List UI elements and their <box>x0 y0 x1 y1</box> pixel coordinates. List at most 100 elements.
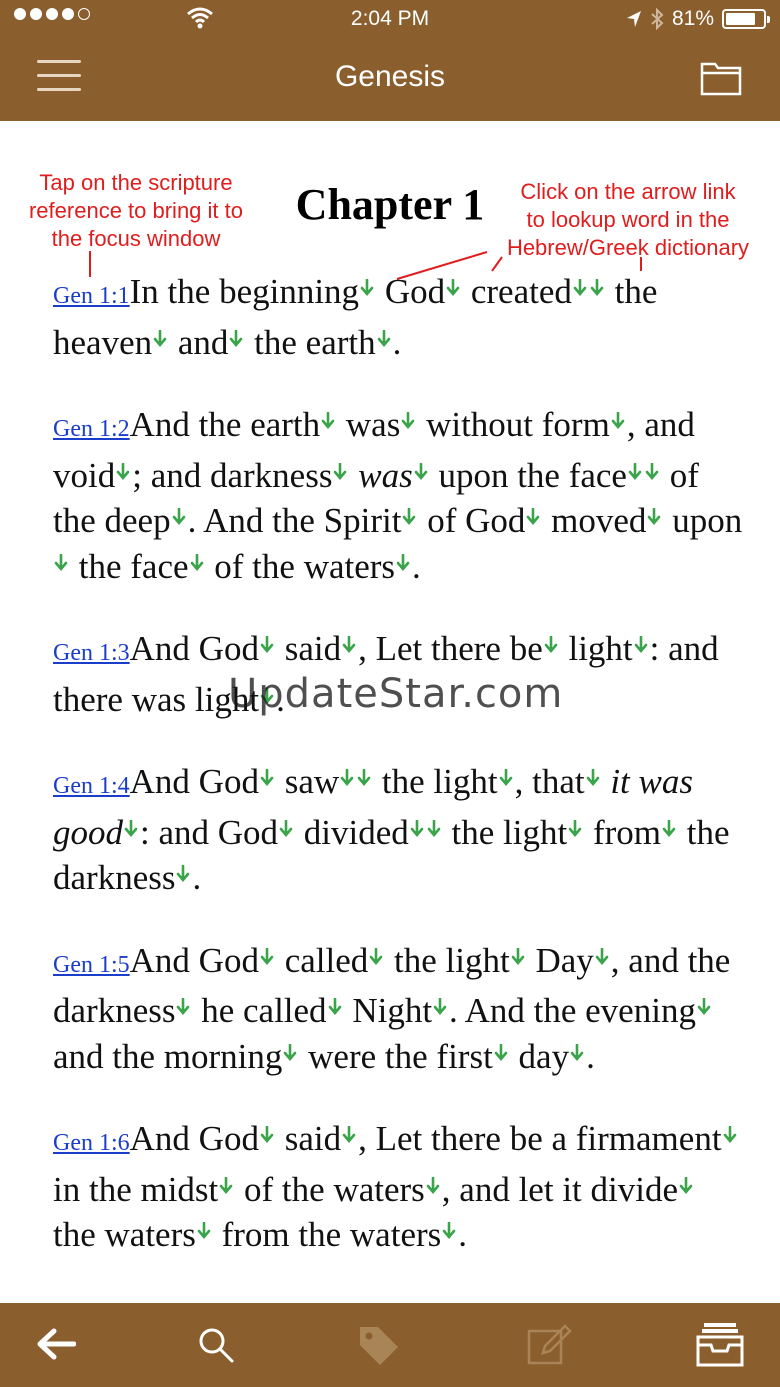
dictionary-lookup-arrow-icon[interactable] <box>570 1043 584 1062</box>
dictionary-lookup-arrow-icon[interactable] <box>342 636 356 654</box>
verse-text: the face <box>70 546 189 586</box>
scripture-reference-link[interactable]: Gen 1:3 <box>53 640 130 666</box>
verse-text: And God <box>129 1119 259 1158</box>
scripture-reference-link[interactable]: Gen 1:4 <box>53 773 130 799</box>
dictionary-lookup-arrow-icon[interactable] <box>124 819 138 838</box>
folder-icon[interactable] <box>700 60 742 96</box>
dictionary-lookup-arrow-icon[interactable] <box>427 819 441 838</box>
verse-text: In the beginning <box>129 272 360 311</box>
edit-icon[interactable] <box>525 1321 573 1369</box>
dictionary-lookup-arrow-icon[interactable] <box>526 508 540 526</box>
verse-6: Gen 1:6And God said , Let there be a firm… <box>53 1116 743 1258</box>
dictionary-lookup-arrow-icon[interactable] <box>260 1126 274 1144</box>
dictionary-lookup-arrow-icon[interactable] <box>662 819 676 838</box>
verse-text: created <box>462 272 572 311</box>
dictionary-lookup-arrow-icon[interactable] <box>426 1176 440 1195</box>
dictionary-lookup-arrow-icon[interactable] <box>446 279 460 297</box>
dictionary-lookup-arrow-icon[interactable] <box>229 329 243 348</box>
verse-text: said <box>275 1119 342 1158</box>
dictionary-lookup-arrow-icon[interactable] <box>219 1176 233 1195</box>
dictionary-lookup-arrow-icon[interactable] <box>342 1126 356 1144</box>
dictionary-lookup-arrow-icon[interactable] <box>414 462 428 481</box>
dictionary-lookup-arrow-icon[interactable] <box>176 865 190 883</box>
dictionary-lookup-arrow-icon[interactable] <box>197 1222 211 1240</box>
dictionary-lookup-arrow-icon[interactable] <box>645 462 659 481</box>
page-title: Genesis <box>334 60 446 93</box>
dictionary-lookup-arrow-icon[interactable] <box>328 998 342 1016</box>
dictionary-lookup-arrow-icon[interactable] <box>402 508 416 526</box>
dictionary-lookup-arrow-icon[interactable] <box>590 279 604 297</box>
verse-text: the waters <box>53 1215 196 1254</box>
verse-text: . <box>586 1036 595 1076</box>
verse-5: Gen 1:5And God called the light Day, and… <box>53 938 743 1080</box>
dictionary-lookup-arrow-icon[interactable] <box>283 1043 297 1062</box>
dictionary-lookup-arrow-icon[interactable] <box>357 769 371 787</box>
tag-icon[interactable] <box>356 1323 402 1369</box>
search-icon[interactable] <box>196 1325 236 1365</box>
verse-text: . <box>392 322 402 362</box>
verse-text: . And the Spirit <box>187 501 402 540</box>
back-arrow-icon[interactable] <box>36 1327 76 1361</box>
scripture-reference-link[interactable]: Gen 1:6 <box>53 1130 130 1156</box>
dictionary-lookup-arrow-icon[interactable] <box>494 1043 508 1062</box>
verse-text: of the waters <box>235 1169 425 1209</box>
verse-text: without form <box>417 405 610 444</box>
dictionary-lookup-arrow-icon[interactable] <box>410 819 424 838</box>
verse-text: the light <box>442 812 568 852</box>
dictionary-lookup-arrow-icon[interactable] <box>176 998 190 1016</box>
dictionary-lookup-arrow-icon[interactable] <box>568 819 582 838</box>
dictionary-lookup-arrow-icon[interactable] <box>679 1176 693 1195</box>
dictionary-lookup-arrow-icon[interactable] <box>360 279 374 297</box>
dictionary-lookup-arrow-icon[interactable] <box>172 508 186 526</box>
dictionary-lookup-arrow-icon[interactable] <box>369 947 383 966</box>
dictionary-lookup-arrow-icon[interactable] <box>628 462 642 481</box>
dictionary-lookup-arrow-icon[interactable] <box>54 553 68 572</box>
dictionary-lookup-arrow-icon[interactable] <box>153 329 167 348</box>
verse-text: saw <box>275 762 340 801</box>
verse-text: light <box>559 629 633 668</box>
dictionary-lookup-arrow-icon[interactable] <box>544 636 558 654</box>
dictionary-lookup-arrow-icon[interactable] <box>647 508 661 526</box>
dictionary-lookup-arrow-icon[interactable] <box>442 1222 456 1240</box>
verse-text: , Let there be a firmament <box>358 1119 722 1158</box>
dictionary-lookup-arrow-icon[interactable] <box>634 636 648 654</box>
dictionary-lookup-arrow-icon[interactable] <box>190 553 204 572</box>
scripture-reference-link[interactable]: Gen 1:1 <box>53 283 130 309</box>
dictionary-lookup-arrow-icon[interactable] <box>260 636 274 654</box>
verse-text: in the midst <box>53 1169 219 1209</box>
dictionary-lookup-arrow-icon[interactable] <box>340 769 354 787</box>
dictionary-lookup-arrow-icon[interactable] <box>611 412 625 430</box>
dictionary-lookup-arrow-icon[interactable] <box>697 998 711 1016</box>
verse-text: Night <box>343 991 433 1030</box>
dictionary-lookup-arrow-icon[interactable] <box>279 819 293 838</box>
dictionary-lookup-arrow-icon[interactable] <box>333 462 347 481</box>
verse-text: And God <box>129 762 259 801</box>
inbox-tray-icon[interactable] <box>696 1321 744 1367</box>
dictionary-lookup-arrow-icon[interactable] <box>260 947 274 966</box>
verse-text: . <box>412 546 421 586</box>
dictionary-lookup-arrow-icon[interactable] <box>723 1126 737 1144</box>
dictionary-lookup-arrow-icon[interactable] <box>511 947 525 966</box>
dictionary-lookup-arrow-icon[interactable] <box>396 553 410 572</box>
status-bar: 2:04 PM 81% <box>0 0 780 40</box>
verse-2: Gen 1:2And the earth was without form, a… <box>53 402 743 589</box>
dictionary-lookup-arrow-icon[interactable] <box>401 412 415 430</box>
verse-text: the light <box>373 762 498 801</box>
dictionary-lookup-arrow-icon[interactable] <box>499 769 513 787</box>
dictionary-lookup-arrow-icon[interactable] <box>433 998 447 1016</box>
verse-text: And God <box>129 629 259 668</box>
scripture-reference-link[interactable]: Gen 1:2 <box>53 416 130 442</box>
scripture-content[interactable]: Tap on the scripture reference to bring … <box>0 121 780 1303</box>
dictionary-lookup-arrow-icon[interactable] <box>377 329 391 348</box>
verse-text: And the earth <box>129 405 321 444</box>
verse-text: the earth <box>245 322 376 362</box>
dictionary-lookup-arrow-icon[interactable] <box>595 947 609 966</box>
verse-text: were the first <box>299 1036 493 1076</box>
scripture-reference-link[interactable]: Gen 1:5 <box>53 952 130 978</box>
dictionary-lookup-arrow-icon[interactable] <box>573 279 587 297</box>
dictionary-lookup-arrow-icon[interactable] <box>321 412 335 430</box>
dictionary-lookup-arrow-icon[interactable] <box>586 769 600 787</box>
dictionary-lookup-arrow-icon[interactable] <box>260 769 274 787</box>
dictionary-lookup-arrow-icon[interactable] <box>116 462 130 481</box>
bluetooth-icon <box>651 8 664 30</box>
